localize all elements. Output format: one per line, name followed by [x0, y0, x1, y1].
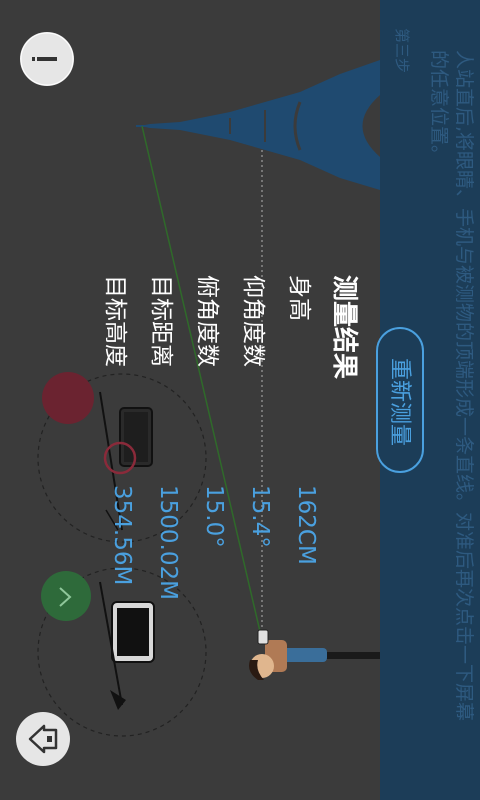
- measurement-results: 测量结果 身高 162CM 仰角度数 15.4° 俯角度数 15.0° 目标距离…: [65, 275, 365, 635]
- result-label: 身高: [286, 275, 312, 321]
- instruction-text: 人站直后,将眼睛、手机与被测物的顶端形成一条直线。对准后再次点击一下屏幕的任意位…: [428, 50, 475, 722]
- result-value: 354.56M: [109, 485, 135, 586]
- result-value: 162CM: [293, 485, 319, 565]
- result-row-height: 身高 162CM: [286, 275, 319, 605]
- result-row-elevation: 仰角度数 15.4°: [240, 275, 273, 605]
- result-label: 俯角度数: [194, 275, 220, 367]
- info-button[interactable]: [20, 32, 74, 86]
- remeasure-label: 重新测量: [387, 357, 412, 447]
- home-button[interactable]: [16, 712, 70, 766]
- results-title: 测量结果: [329, 275, 359, 380]
- result-label: 目标距离: [148, 275, 174, 367]
- result-value: 15.4°: [247, 485, 273, 548]
- measure-screen[interactable]: 第三步 人站直后,将眼睛、手机与被测物的顶端形成一条直线。对准后再次点击一下屏幕…: [0, 0, 480, 800]
- eiffel-tower-illustration: [136, 60, 380, 190]
- result-label: 仰角度数: [240, 275, 266, 367]
- result-label: 目标高度: [102, 275, 128, 367]
- result-row-depression: 俯角度数 15.0°: [194, 275, 227, 605]
- result-value: 15.0°: [201, 485, 227, 548]
- remeasure-button[interactable]: 重新测量: [376, 327, 424, 473]
- instruction-step: 第三步: [393, 28, 411, 74]
- result-row-distance: 目标距离 1500.02M: [148, 275, 181, 605]
- info-icon: [20, 32, 74, 86]
- home-icon: [17, 713, 69, 765]
- person-illustration: [249, 629, 380, 680]
- result-value: 1500.02M: [155, 485, 181, 600]
- result-row-target-height: 目标高度 354.56M: [102, 275, 135, 605]
